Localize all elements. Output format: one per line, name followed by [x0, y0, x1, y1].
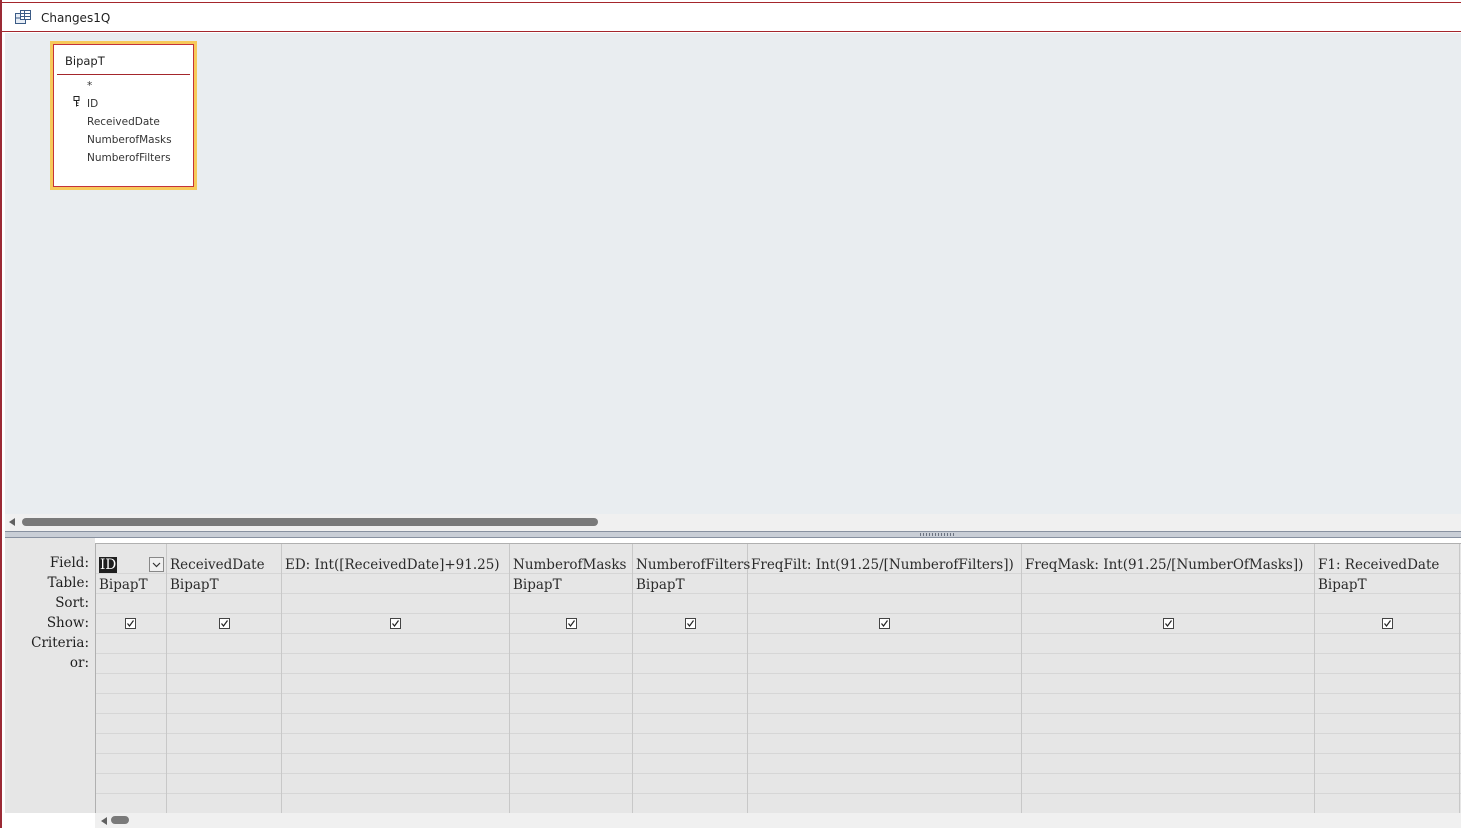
canvas-scroll-thumb[interactable]	[22, 518, 598, 526]
field-cell-numberoffilters[interactable]: NumberofFilters	[636, 557, 750, 573]
pane-splitter[interactable]	[5, 531, 1461, 538]
field-list-item-receiveddate[interactable]: ReceivedDate	[87, 116, 160, 128]
grid-scroll-thumb[interactable]	[111, 816, 129, 824]
chevron-down-icon	[152, 562, 161, 568]
grid-row-labels: Field: Table: Sort: Show: Criteria: or:	[5, 538, 95, 813]
table-field-list-title[interactable]: BipapT	[65, 54, 105, 68]
grid-column-freqfilt[interactable]: FreqFilt: Int(91.25/[NumberofFilters])	[748, 544, 1022, 813]
field-list-item-id[interactable]: ID	[87, 98, 98, 110]
row-label-sort: Sort:	[55, 595, 89, 611]
show-checkbox-freqfilt[interactable]	[879, 618, 890, 629]
field-cell-f1[interactable]: F1: ReceivedDate	[1318, 557, 1439, 573]
tab-title[interactable]: Changes1Q	[41, 11, 110, 25]
table-cell-numberofmasks[interactable]: BipapT	[513, 577, 562, 593]
checkmark-icon	[881, 620, 888, 627]
field-list-item-numberofmasks[interactable]: NumberofMasks	[87, 134, 172, 146]
field-dropdown-button[interactable]	[149, 557, 164, 572]
row-label-or: or:	[69, 655, 89, 671]
query-design-window: Changes1Q BipapT * ID ReceivedDate Numbe…	[0, 0, 1461, 828]
grid-column-numberoffilters[interactable]: NumberofFilters BipapT	[633, 544, 750, 813]
checkmark-icon	[221, 620, 228, 627]
checkmark-icon	[687, 620, 694, 627]
table-cell-receiveddate[interactable]: BipapT	[170, 577, 219, 593]
row-label-criteria: Criteria:	[31, 635, 89, 651]
show-checkbox-f1[interactable]	[1382, 618, 1393, 629]
show-checkbox-numberoffilters[interactable]	[685, 618, 696, 629]
show-checkbox-receiveddate[interactable]	[219, 618, 230, 629]
table-field-list[interactable]: BipapT * ID ReceivedDate NumberofMasks N…	[50, 41, 197, 190]
grid-column-f1[interactable]: F1: ReceivedDate BipapT	[1315, 544, 1460, 813]
show-checkbox-ed[interactable]	[390, 618, 401, 629]
primary-key-icon	[73, 96, 80, 107]
query-design-canvas[interactable]: BipapT * ID ReceivedDate NumberofMasks N…	[5, 33, 1461, 514]
field-cell-numberofmasks[interactable]: NumberofMasks	[513, 557, 626, 573]
grid-column-freqmask[interactable]: FreqMask: Int(91.25/[NumberOfMasks])	[1022, 544, 1315, 813]
row-label-show: Show:	[46, 615, 89, 631]
grid-column-id[interactable]: ID BipapT	[96, 544, 167, 813]
grid-horizontal-scrollbar[interactable]	[95, 813, 1461, 828]
checkmark-icon	[392, 620, 399, 627]
table-field-list-divider	[57, 74, 190, 75]
splitter-grip-icon[interactable]	[920, 533, 956, 536]
scroll-left-arrow-icon[interactable]	[101, 817, 107, 825]
checkmark-icon	[1384, 620, 1391, 627]
show-checkbox-numberofmasks[interactable]	[566, 618, 577, 629]
scroll-left-arrow-icon[interactable]	[9, 518, 15, 526]
checkmark-icon	[568, 620, 575, 627]
show-checkbox-id[interactable]	[125, 618, 136, 629]
checkmark-icon	[127, 620, 134, 627]
query-icon	[15, 10, 31, 24]
grid-column-receiveddate[interactable]: ReceivedDate BipapT	[167, 544, 282, 813]
field-list-item-all[interactable]: *	[87, 80, 92, 92]
row-label-field: Field:	[49, 555, 89, 571]
field-list-item-numberoffilters[interactable]: NumberofFilters	[87, 152, 171, 164]
field-cell-id-selected[interactable]: ID	[99, 557, 118, 573]
table-cell-id[interactable]: BipapT	[99, 577, 148, 593]
show-checkbox-freqmask[interactable]	[1163, 618, 1174, 629]
field-cell-freqfilt[interactable]: FreqFilt: Int(91.25/[NumberofFilters])	[751, 557, 1014, 573]
row-label-table: Table:	[47, 575, 89, 591]
field-cell-freqmask[interactable]: FreqMask: Int(91.25/[NumberOfMasks])	[1025, 557, 1303, 573]
document-tab-strip: Changes1Q	[2, 2, 1461, 32]
canvas-horizontal-scrollbar[interactable]	[5, 514, 1461, 531]
query-design-grid[interactable]: ID BipapT ReceivedDate BipapT ED: Int([R…	[95, 543, 1461, 813]
grid-column-ed[interactable]: ED: Int([ReceivedDate]+91.25)	[282, 544, 510, 813]
field-cell-ed[interactable]: ED: Int([ReceivedDate]+91.25)	[285, 557, 500, 573]
window-left-edge	[0, 0, 2, 828]
field-cell-receiveddate[interactable]: ReceivedDate	[170, 557, 265, 573]
grid-column-numberofmasks[interactable]: NumberofMasks BipapT	[510, 544, 633, 813]
checkmark-icon	[1165, 620, 1172, 627]
table-cell-f1[interactable]: BipapT	[1318, 577, 1367, 593]
query-design-grid-pane: Field: Table: Sort: Show: Criteria: or: …	[5, 538, 1461, 828]
table-cell-numberoffilters[interactable]: BipapT	[636, 577, 685, 593]
